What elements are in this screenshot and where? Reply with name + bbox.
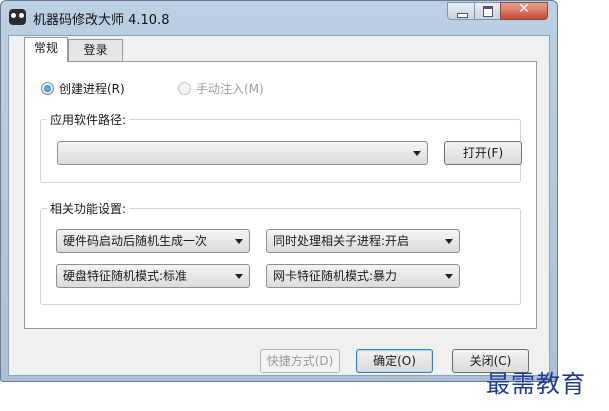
manual-inject-radio — [178, 82, 191, 95]
tab-login[interactable]: 登录 — [68, 39, 123, 61]
hardware-code-mode-combo[interactable]: 硬件码启动后随机生成一次 — [56, 229, 250, 253]
manual-inject-label: 手动注入(M) — [196, 82, 264, 96]
minimize-button[interactable] — [447, 2, 475, 20]
chevron-down-icon — [413, 151, 421, 156]
shortcut-button: 快捷方式(D) — [260, 349, 340, 373]
ok-button[interactable]: 确定(O) — [356, 349, 433, 373]
chevron-down-icon — [235, 239, 243, 244]
tab-general[interactable]: 常规 — [24, 37, 68, 62]
close-icon: ✕ — [518, 1, 530, 17]
app-path-group: 应用软件路径: 打开(F) — [40, 111, 522, 183]
open-file-button[interactable]: 打开(F) — [444, 141, 522, 165]
combo-value: 网卡特征随机模式:暴力 — [273, 269, 398, 283]
combo-value: 硬件码启动后随机生成一次 — [63, 234, 208, 248]
app-path-legend: 应用软件路径: — [47, 111, 130, 128]
app-icon — [9, 9, 26, 25]
window-title: 机器码修改大师 4.10.8 — [33, 13, 170, 28]
combo-value: 同时处理相关子进程:开启 — [273, 234, 410, 248]
settings-group: 相关功能设置: 硬件码启动后随机生成一次 同时处理相关子进程:开启 硬盘特征随机… — [40, 200, 521, 305]
manual-inject-radio-row: 手动注入(M) — [178, 80, 264, 97]
chevron-down-icon — [445, 239, 453, 244]
create-process-radio[interactable] — [41, 82, 54, 95]
combo-value: 硬盘特征随机模式:标准 — [63, 269, 188, 283]
disk-random-mode-combo[interactable]: 硬盘特征随机模式:标准 — [56, 264, 250, 288]
general-tab-panel: 创建进程(R) 手动注入(M) 应用软件路径: 打开(F) 相关功能设置: 硬件… — [24, 61, 537, 329]
app-path-combo[interactable] — [57, 141, 428, 165]
maximize-button[interactable] — [474, 2, 501, 20]
chevron-down-icon — [445, 274, 453, 279]
settings-legend: 相关功能设置: — [47, 200, 130, 217]
create-process-radio-row[interactable]: 创建进程(R) — [41, 80, 125, 97]
watermark-text: 最需教育 — [486, 370, 586, 398]
chevron-down-icon — [235, 274, 243, 279]
nic-random-mode-combo[interactable]: 网卡特征随机模式:暴力 — [266, 264, 460, 288]
close-window-button[interactable]: ✕ — [500, 1, 548, 20]
app-window: 机器码修改大师 4.10.8 ✕ 常规 登录 创建进程(R) 手动注入(M) 应… — [0, 0, 558, 382]
create-process-label: 创建进程(R) — [59, 82, 125, 96]
dialog-client: 常规 登录 创建进程(R) 手动注入(M) 应用软件路径: 打开(F) 相关功能… — [8, 35, 550, 376]
child-process-combo[interactable]: 同时处理相关子进程:开启 — [266, 229, 460, 253]
title-bar[interactable]: 机器码修改大师 4.10.8 ✕ — [1, 1, 557, 35]
